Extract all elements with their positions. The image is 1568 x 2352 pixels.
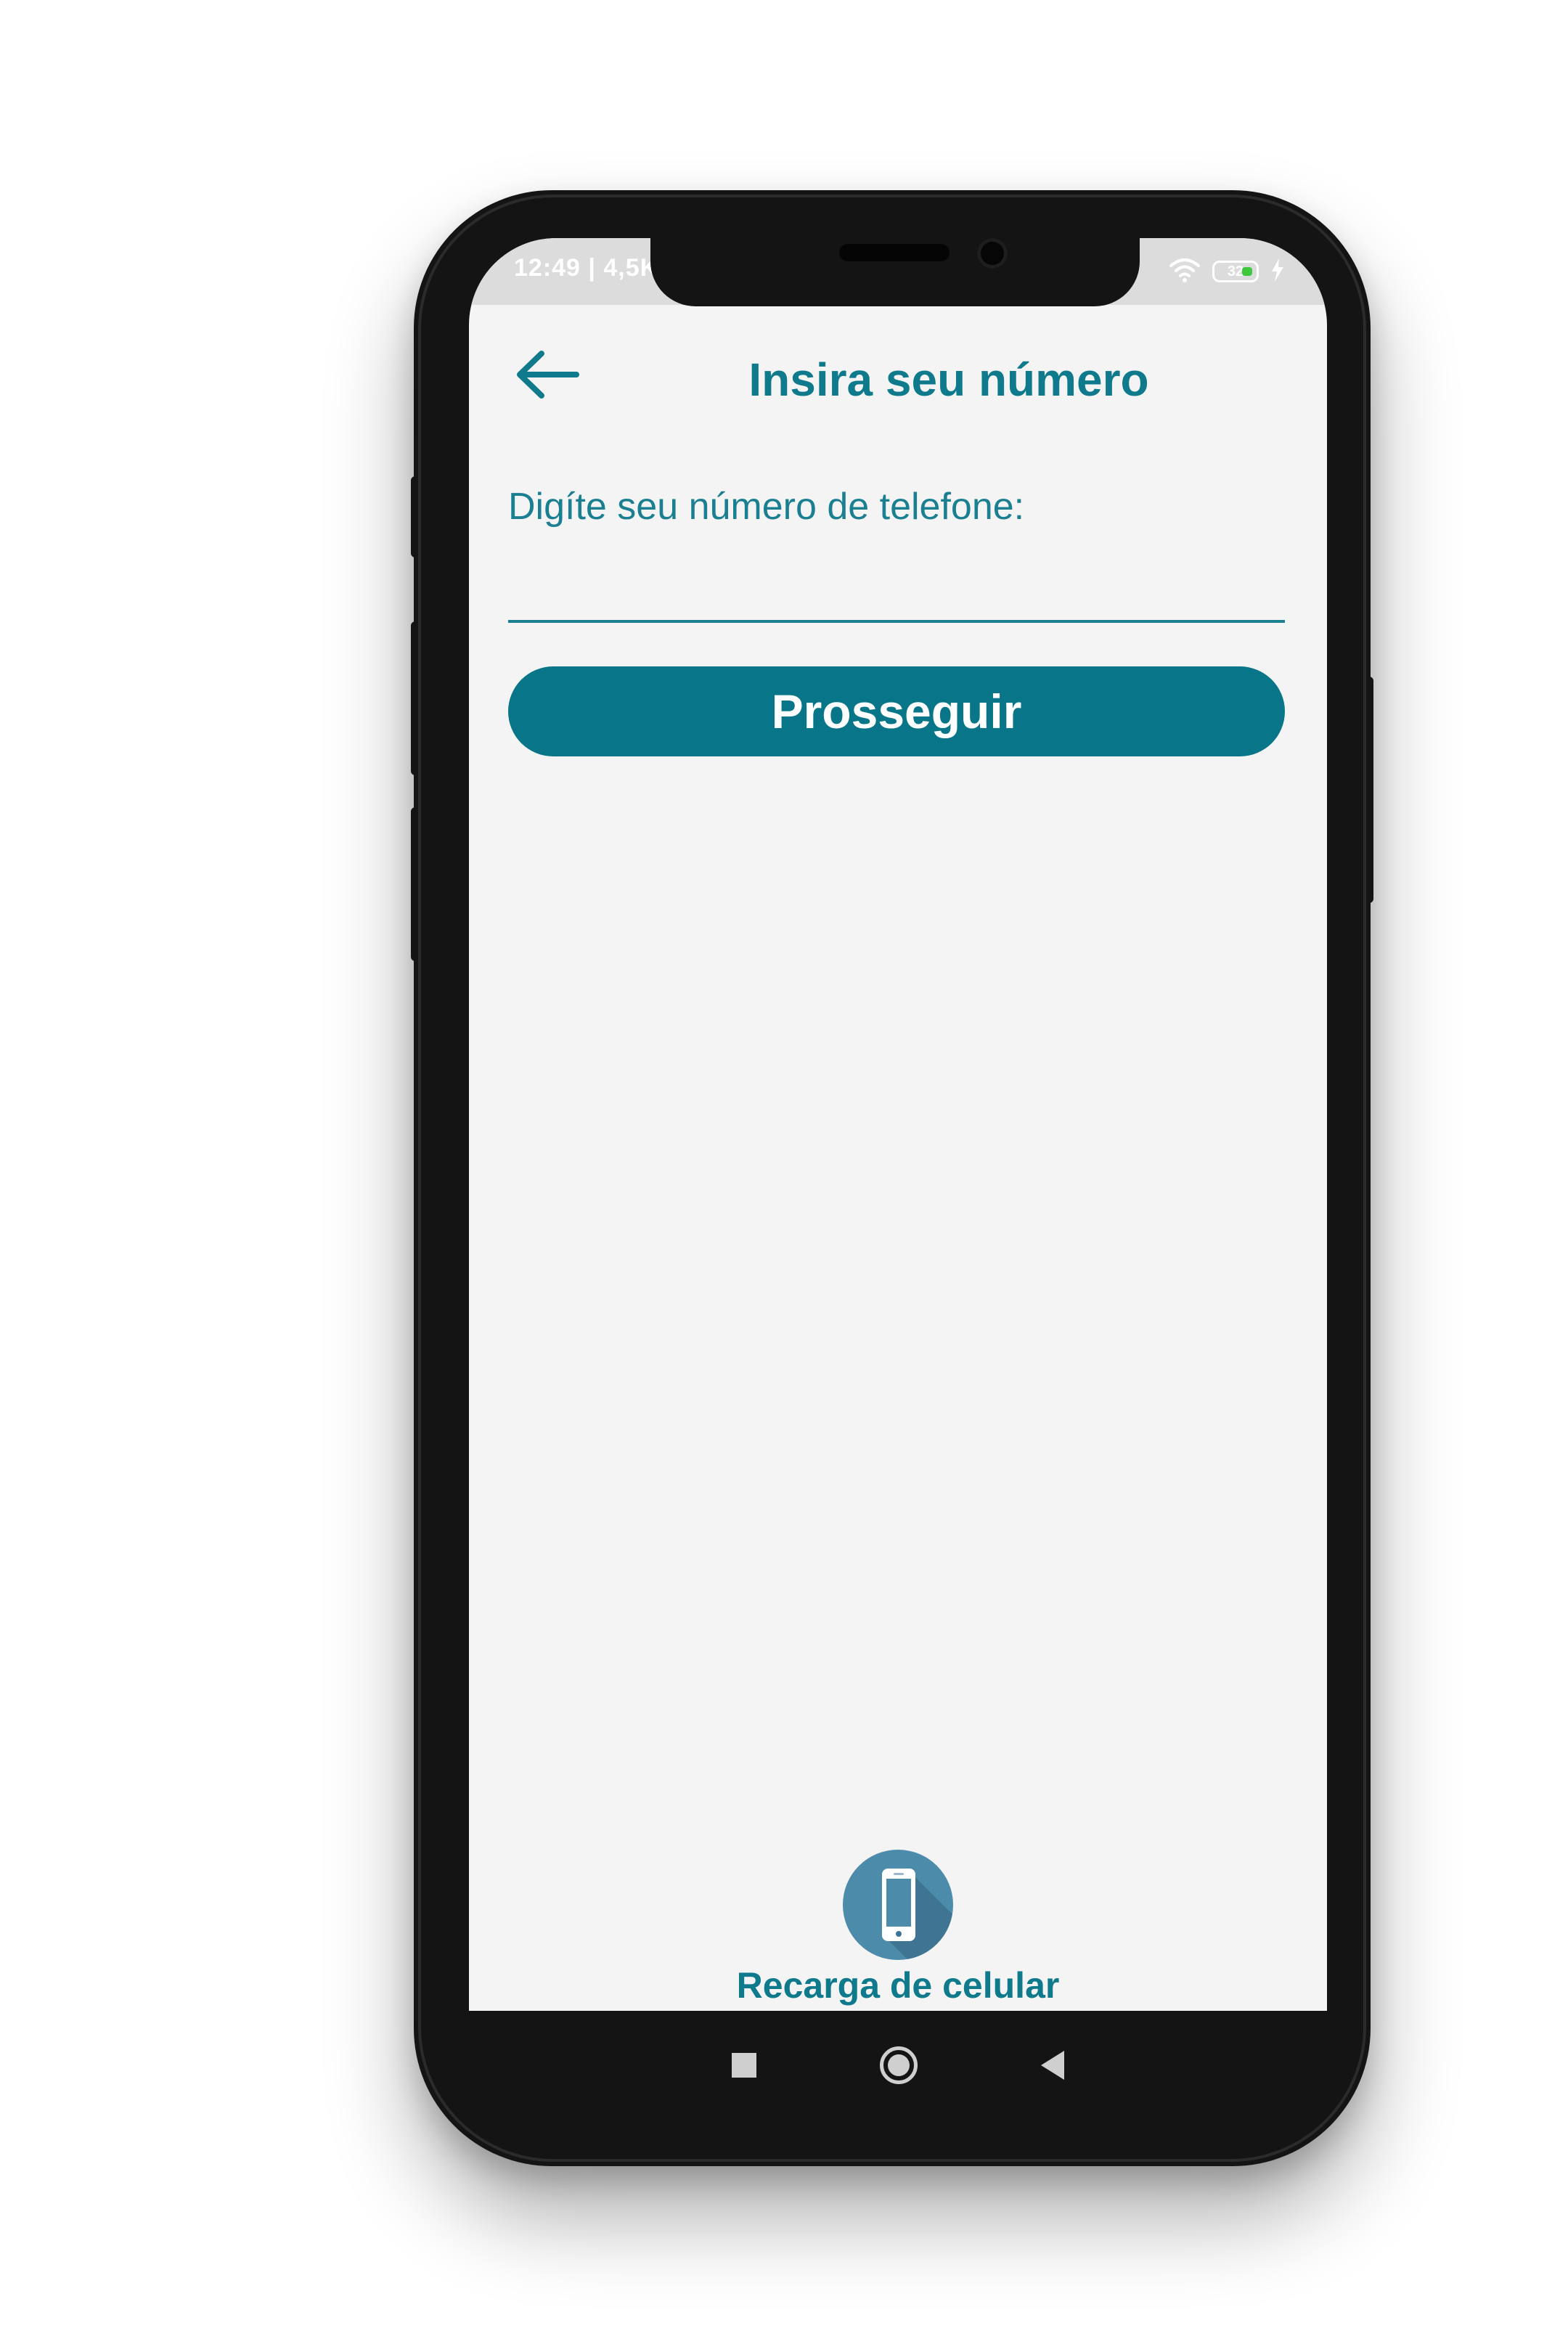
home-circle-icon[interactable]	[880, 2046, 918, 2084]
phone-field-label: Digíte seu número de telefone:	[508, 486, 1025, 528]
arrow-left-icon	[514, 349, 581, 404]
status-time: 12:49 | 4,5K	[514, 254, 659, 282]
back-triangle-icon[interactable]	[1041, 2051, 1064, 2080]
proceed-button[interactable]: Prosseguir	[508, 666, 1285, 756]
app-screen: 12:49 | 4,5K 32 Insira seu número Digíte…	[469, 238, 1327, 2011]
recharge-shortcut-label: Recarga de celular	[736, 1965, 1060, 2006]
lightning-icon	[1270, 258, 1285, 285]
page-title: Insira seu número	[748, 354, 1149, 406]
earpiece-speaker	[839, 244, 950, 261]
smartphone-icon	[843, 1850, 953, 1960]
recharge-shortcut[interactable]: Recarga de celular	[469, 1850, 1327, 2006]
battery-level: 32	[1227, 263, 1244, 279]
system-nav-bar	[469, 2011, 1327, 2120]
recents-square-icon[interactable]	[732, 2053, 756, 2078]
wifi-icon	[1169, 257, 1201, 287]
phone-number-input[interactable]	[508, 550, 1285, 623]
camera-notch	[650, 225, 1140, 306]
battery-icon: 32	[1212, 261, 1259, 282]
status-icons: 32	[1169, 256, 1285, 287]
app-header: Insira seu número	[469, 332, 1327, 420]
back-button[interactable]	[511, 347, 584, 405]
front-camera	[977, 238, 1008, 269]
